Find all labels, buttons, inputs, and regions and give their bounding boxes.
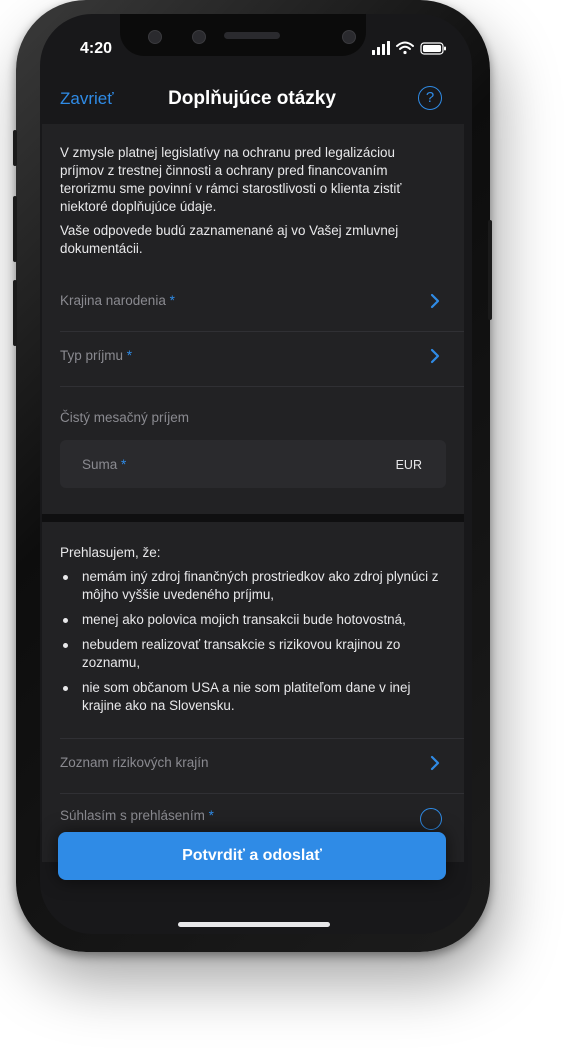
list-item: nebudem realizovať transakcie s rizikovo… [60,636,446,672]
list-item: nemám iný zdroj finančných prostriedkov … [60,568,446,604]
amount-placeholder: Suma * [82,457,127,472]
net-income-label: Čistý mesačný príjem [60,410,190,425]
signal-icon [372,41,390,55]
amount-input[interactable]: Suma * EUR [60,440,446,488]
wifi-icon [396,41,414,55]
chevron-right-icon [430,755,440,771]
help-icon[interactable]: ? [418,86,442,110]
chevron-right-icon [430,293,440,309]
side-button-power [488,220,492,320]
chevron-right-icon [430,348,440,364]
status-time: 4:20 [80,40,113,57]
battery-icon [420,42,446,55]
side-button-mute [13,130,17,166]
risky-countries-link[interactable]: Zoznam rizikových krajín [60,739,446,793]
list-item: menej ako polovica mojich transakcii bud… [60,611,446,629]
side-button-volume-up [13,196,17,262]
list-item: nie som občanom USA a nie som platiteľom… [60,679,446,715]
section-separator [42,514,464,522]
camera-icon [148,30,162,44]
side-button-volume-down [13,280,17,346]
income-type-label: Typ príjmu * [60,348,133,363]
speaker-grille [224,32,280,39]
divider [60,386,464,387]
declaration-list: nemám iný zdroj finančných prostriedkov … [60,568,446,722]
consent-label: Súhlasím s prehlásením * [60,808,214,823]
nationality-field[interactable]: Krajina narodenia * [60,277,446,331]
status-icons [372,40,450,56]
nationality-label: Krajina narodenia * [60,293,175,308]
home-indicator [178,922,330,927]
submit-button[interactable]: Potvrdiť a odoslať [58,832,446,880]
sensor-icon [192,30,206,44]
income-type-field[interactable]: Typ príjmu * [60,332,446,386]
declaration-heading: Prehlasujem, že: [60,545,161,560]
intro-paragraph-2: Vaše odpovede budú zaznamenané aj vo Vaš… [60,223,399,256]
radio-icon[interactable] [420,808,442,830]
notch [120,14,366,56]
risky-countries-label: Zoznam rizikových krajín [60,755,209,770]
currency-label: EUR [395,458,422,472]
sensor-icon [342,30,356,44]
intro-paragraph-1: V zmysle platnej legislatívy na ochranu … [60,145,402,214]
